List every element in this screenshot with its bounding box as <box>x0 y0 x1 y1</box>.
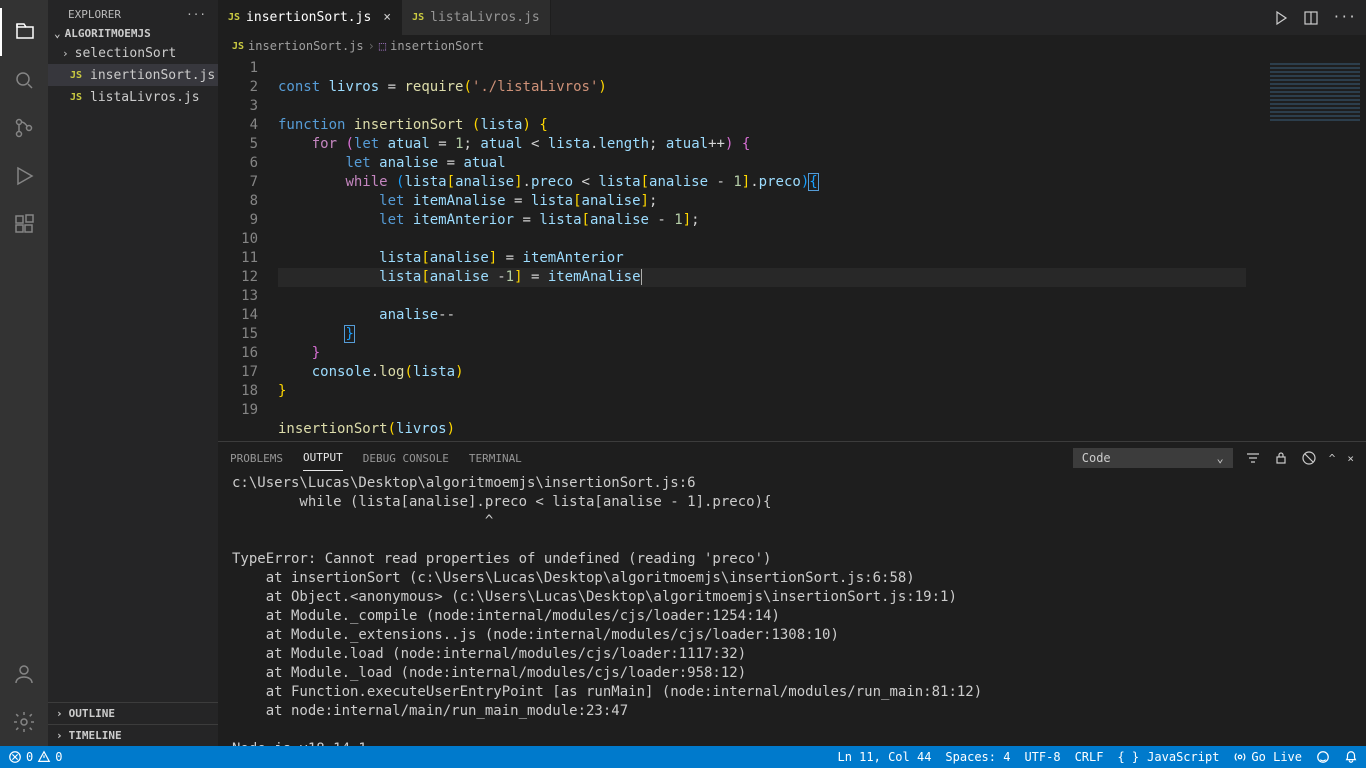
breadcrumb-symbol: insertionSort <box>390 39 484 53</box>
sidebar-file-insertionSort[interactable]: JS insertionSort.js <box>48 64 218 86</box>
line-gutter: 12345678910111213141516171819 <box>218 57 278 441</box>
run-icon[interactable] <box>1273 10 1289 26</box>
sidebar: EXPLORER ··· ⌄ ALGORITMOEMJS › selection… <box>48 0 218 746</box>
minimap[interactable] <box>1246 57 1366 441</box>
panel-tab-output[interactable]: OUTPUT <box>303 445 343 471</box>
status-encoding[interactable]: UTF-8 <box>1024 750 1060 764</box>
sidebar-file-listaLivros[interactable]: JS listaLivros.js <box>48 86 218 108</box>
file-label: listaLivros.js <box>90 90 200 105</box>
timeline-section[interactable]: › TIMELINE <box>48 724 218 746</box>
split-editor-icon[interactable] <box>1303 10 1319 26</box>
js-file-icon: JS <box>232 41 244 52</box>
clear-icon[interactable] <box>1301 450 1317 466</box>
status-cursor[interactable]: Ln 11, Col 44 <box>838 750 932 764</box>
chevron-right-icon: › <box>56 707 63 720</box>
close-panel-icon[interactable]: × <box>1347 452 1354 465</box>
sidebar-title: EXPLORER <box>68 8 121 21</box>
select-value: Code <box>1082 451 1111 465</box>
activity-bar <box>0 0 48 746</box>
js-file-icon: JS <box>68 70 84 81</box>
tab-label: listaLivros.js <box>430 10 540 25</box>
js-file-icon: JS <box>68 92 84 103</box>
more-icon[interactable]: ··· <box>1333 10 1356 25</box>
status-bell-icon[interactable] <box>1344 750 1358 764</box>
output-channel-select[interactable]: Code ⌄ <box>1073 448 1233 468</box>
chevron-right-icon: › <box>62 47 69 60</box>
tab-label: insertionSort.js <box>246 10 371 25</box>
editor-area: JS insertionSort.js × JS listaLivros.js … <box>218 0 1366 746</box>
breadcrumb[interactable]: JS insertionSort.js › ⬚ insertionSort <box>218 35 1366 57</box>
panel-tab-problems[interactable]: PROBLEMS <box>230 446 283 471</box>
tab-listaLivros[interactable]: JS listaLivros.js <box>402 0 551 35</box>
search-icon[interactable] <box>0 56 48 104</box>
bottom-panel: PROBLEMS OUTPUT DEBUG CONSOLE TERMINAL C… <box>218 441 1366 746</box>
status-eol[interactable]: CRLF <box>1075 750 1104 764</box>
chevron-down-icon: ⌄ <box>1217 451 1224 465</box>
tab-bar: JS insertionSort.js × JS listaLivros.js … <box>218 0 1366 35</box>
symbol-icon: ⬚ <box>379 39 386 53</box>
timeline-label: TIMELINE <box>69 729 122 742</box>
chevron-right-icon: › <box>56 729 63 742</box>
maximize-panel-icon[interactable]: ^ <box>1329 452 1336 465</box>
status-spaces[interactable]: Spaces: 4 <box>945 750 1010 764</box>
js-file-icon: JS <box>228 12 240 23</box>
file-label: insertionSort.js <box>90 68 215 83</box>
panel-tab-debug-console[interactable]: DEBUG CONSOLE <box>363 446 449 471</box>
output-content[interactable]: c:\Users\Lucas\Desktop\algoritmoemjs\ins… <box>218 474 1366 746</box>
close-icon[interactable]: × <box>383 10 391 25</box>
outline-section[interactable]: › OUTLINE <box>48 702 218 724</box>
status-language[interactable]: { }JavaScript <box>1117 750 1219 764</box>
chevron-right-icon: › <box>368 39 375 53</box>
status-bar: 0 0 Ln 11, Col 44 Spaces: 4 UTF-8 CRLF {… <box>0 746 1366 768</box>
sidebar-folder-selectionSort[interactable]: › selectionSort <box>48 42 218 64</box>
panel-tab-terminal[interactable]: TERMINAL <box>469 446 522 471</box>
extensions-icon[interactable] <box>0 200 48 248</box>
code-content[interactable]: const livros = require('./listaLivros') … <box>278 57 1246 441</box>
tab-insertionSort[interactable]: JS insertionSort.js × <box>218 0 402 35</box>
chevron-down-icon: ⌄ <box>54 27 61 40</box>
status-feedback-icon[interactable] <box>1316 750 1330 764</box>
explorer-icon[interactable] <box>0 8 48 56</box>
filter-icon[interactable] <box>1245 450 1261 466</box>
js-file-icon: JS <box>412 12 424 23</box>
code-editor[interactable]: 12345678910111213141516171819 const livr… <box>218 57 1366 441</box>
breadcrumb-file: insertionSort.js <box>248 39 364 53</box>
project-header[interactable]: ⌄ ALGORITMOEMJS <box>48 25 218 42</box>
run-debug-icon[interactable] <box>0 152 48 200</box>
settings-gear-icon[interactable] <box>0 698 48 746</box>
outline-label: OUTLINE <box>69 707 115 720</box>
source-control-icon[interactable] <box>0 104 48 152</box>
status-errors[interactable]: 0 0 <box>8 750 62 764</box>
accounts-icon[interactable] <box>0 650 48 698</box>
project-name: ALGORITMOEMJS <box>65 27 151 40</box>
lock-icon[interactable] <box>1273 450 1289 466</box>
status-golive[interactable]: Go Live <box>1233 750 1302 764</box>
sidebar-more-icon[interactable]: ··· <box>186 8 206 21</box>
folder-label: selectionSort <box>75 46 177 61</box>
